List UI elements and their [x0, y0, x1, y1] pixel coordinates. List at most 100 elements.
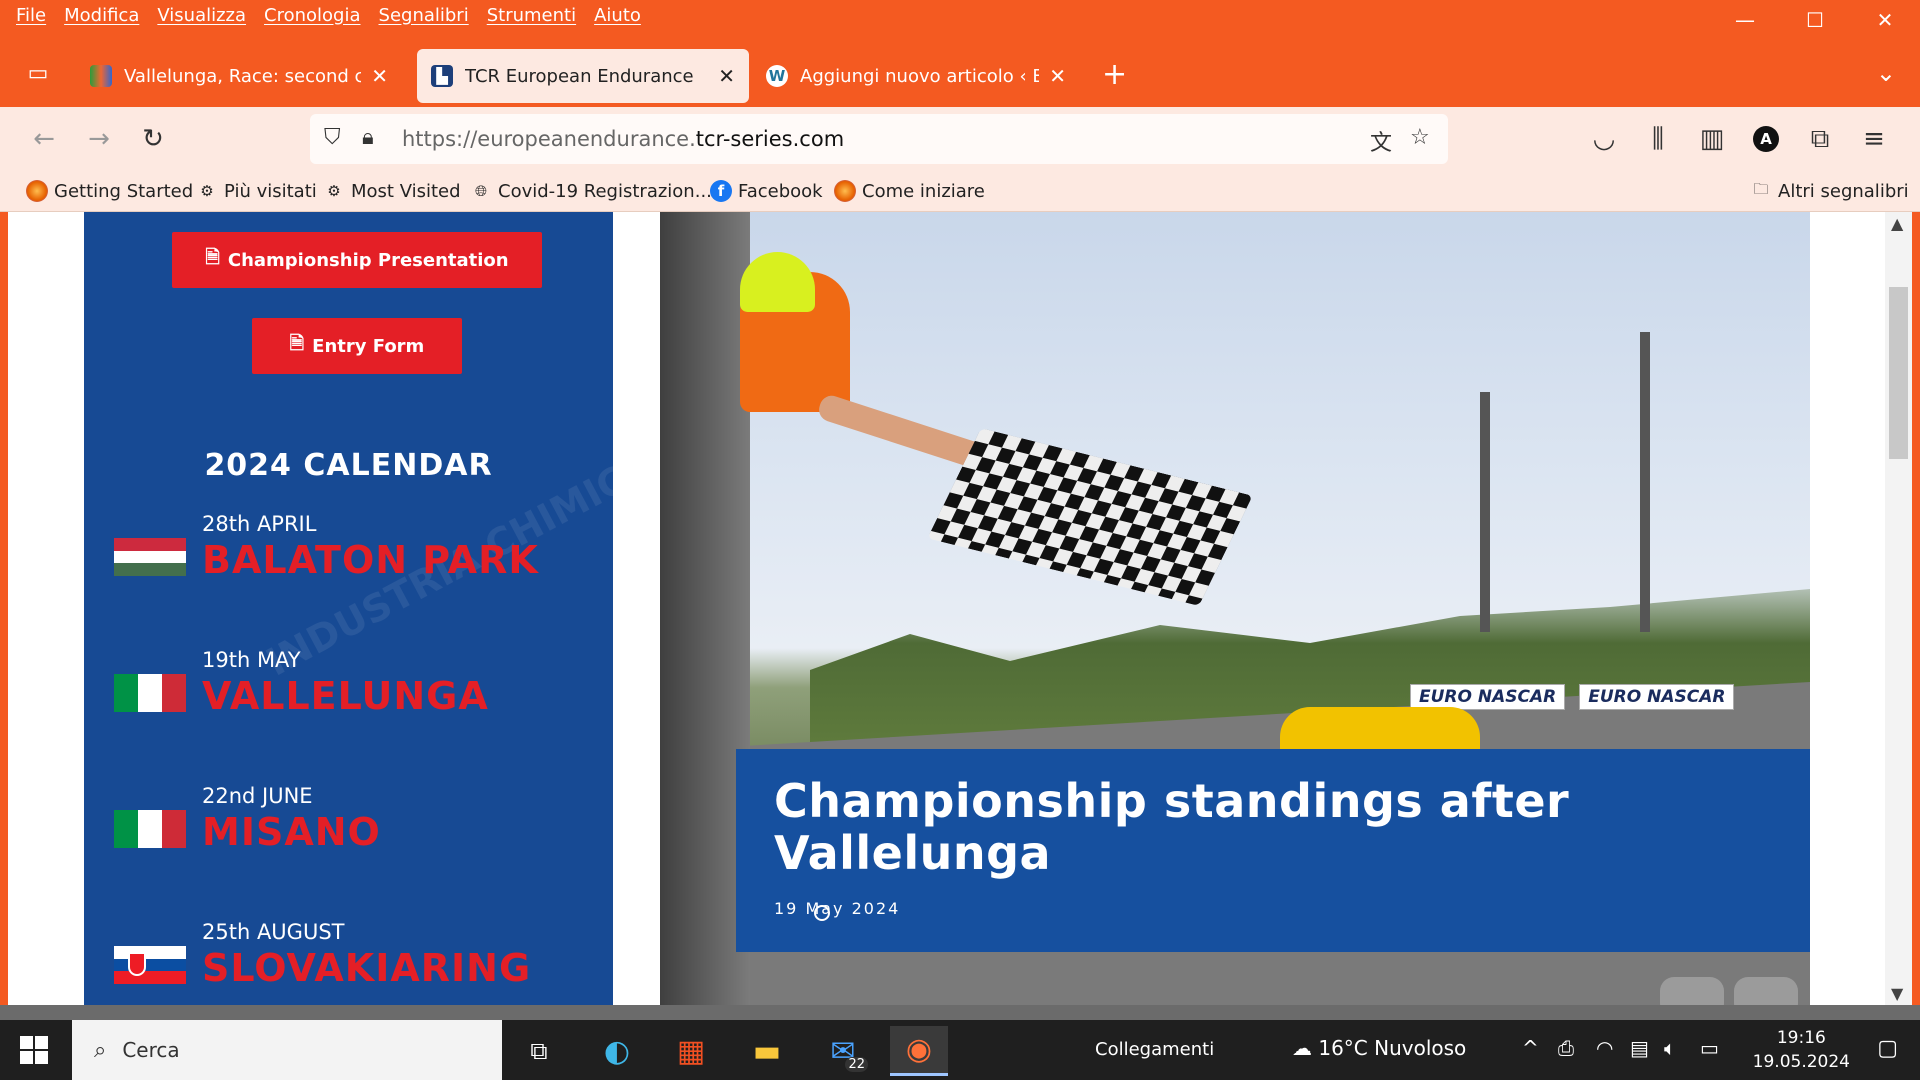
window-controls: — ☐ ✕ [1710, 0, 1920, 40]
menu-segnalibri[interactable]: Segnalibri [379, 5, 469, 26]
championship-presentation-button[interactable]: 🗎︎ Championship Presentation [172, 232, 542, 288]
scrollbar-thumb[interactable] [1889, 287, 1908, 459]
edge-icon[interactable]: ◐ [588, 1026, 646, 1076]
tab-title: TCR European Endurance [465, 65, 694, 87]
calendar-tray-icon[interactable]: ▤ [1630, 1036, 1649, 1060]
account-avatar-icon[interactable]: A [1748, 121, 1784, 157]
slider-next-button[interactable] [1734, 977, 1798, 1005]
multicolor-favicon-icon [90, 65, 112, 87]
document-icon: 🗎︎ [289, 333, 305, 354]
race-venue: VALLELUNGA [202, 674, 489, 718]
menu-modifica[interactable]: Modifica [64, 5, 139, 26]
extensions-icon[interactable]: ⧉ [1802, 121, 1838, 157]
entry-form-button[interactable]: 🗎︎ Entry Form [252, 318, 462, 374]
minimize-button[interactable]: — [1710, 0, 1780, 40]
mail-icon[interactable]: ✉ 22 [814, 1026, 872, 1076]
window-border [1912, 212, 1920, 1005]
navigation-toolbar: ← → ↻ ⛉ 🔒︎ https://europeanendurance.tcr… [0, 107, 1920, 172]
race-date: 19th MAY [202, 648, 301, 672]
tab-list-chevron-icon[interactable]: ⌄ [1876, 59, 1896, 87]
taskbar-links[interactable]: Collegamenti [1095, 1039, 1214, 1060]
tab-strip: ▭ Vallelunga, Race: second conse ✕ ▙ TCR… [0, 45, 1920, 107]
light-pole [1480, 392, 1490, 632]
tab-title: Aggiungi nuovo articolo ‹ ETiCi [800, 65, 1040, 87]
wordpress-icon: W [766, 65, 788, 87]
tab-wordpress[interactable]: W Aggiungi nuovo articolo ‹ ETiCi ✕ [752, 49, 1080, 103]
close-tab-icon[interactable]: ✕ [718, 64, 735, 88]
bookmark-most-visited[interactable]: ⚙ Most Visited [323, 180, 460, 202]
back-button[interactable]: ← [26, 121, 62, 157]
taskbar-search[interactable]: ⌕ Cerca [72, 1020, 502, 1080]
scroll-up-icon[interactable]: ▲ [1891, 214, 1903, 233]
slider-prev-button[interactable] [1660, 977, 1724, 1005]
bookmark-covid[interactable]: 🌐︎ Covid-19 Registrazion... [470, 180, 712, 202]
race-date: 28th APRIL [202, 512, 317, 536]
firefox-taskbar-icon[interactable]: ◉ [890, 1026, 948, 1076]
wifi-icon[interactable]: ◠ [1596, 1036, 1613, 1060]
race-venue: BALATON PARK [202, 538, 539, 582]
menu-file[interactable]: File [16, 5, 46, 26]
calendar-title: 2024 CALENDAR [204, 448, 493, 483]
gear-icon: ⚙ [200, 182, 214, 200]
slovakia-flag-icon [114, 946, 186, 985]
translate-icon[interactable]: 文 [1370, 125, 1392, 157]
forward-button[interactable]: → [81, 121, 117, 157]
article-date: 19 May 2024 [774, 899, 900, 921]
tab-vallelunga[interactable]: Vallelunga, Race: second conse ✕ [76, 49, 402, 103]
hamburger-menu-icon[interactable]: ≡ [1856, 121, 1892, 157]
device-icon[interactable]: ⎙ [1558, 1036, 1574, 1060]
firefox-icon [834, 180, 856, 202]
maximize-button[interactable]: ☐ [1780, 0, 1850, 40]
bookmark-star-icon[interactable]: ☆ [1410, 125, 1430, 150]
menu-strumenti[interactable]: Strumenti [487, 5, 576, 26]
bookmark-getting-started[interactable]: Getting Started [26, 180, 193, 202]
article-headline[interactable]: Championship standings after Vallelunga [774, 775, 1764, 879]
close-window-button[interactable]: ✕ [1850, 0, 1920, 40]
race-venue: MISANO [202, 810, 381, 854]
race-venue: SLOVAKIARING [202, 946, 532, 990]
menu-visualizza[interactable]: Visualizza [157, 5, 246, 26]
windows-start-icon[interactable] [20, 1036, 48, 1064]
firefox-view-icon[interactable]: ▭ [22, 61, 54, 89]
bookmark-facebook[interactable]: f Facebook [710, 180, 823, 202]
shield-icon[interactable]: ⛉ [324, 125, 341, 150]
store-icon[interactable]: ▦ [662, 1026, 720, 1076]
pocket-icon[interactable]: ◡ [1586, 121, 1622, 157]
new-tab-button[interactable]: + [1102, 57, 1127, 92]
lock-icon[interactable]: 🔒︎ [362, 125, 374, 150]
clock-icon [814, 905, 831, 921]
page-scrollbar[interactable]: ▲ ▼ [1885, 212, 1912, 1005]
article-caption[interactable]: Championship standings after Vallelunga … [736, 749, 1810, 952]
checkered-flag [927, 427, 1253, 607]
library-icon[interactable]: ⫼ [1640, 121, 1676, 157]
other-bookmarks[interactable]: 🗀 Altri segnalibri [1750, 179, 1908, 202]
race-item: 28th APRIL BALATON PARK [114, 512, 594, 612]
menu-aiuto[interactable]: Aiuto [594, 5, 641, 26]
tcr-favicon-icon: ▙ [431, 65, 453, 87]
bookmark-come-iniziare[interactable]: Come iniziare [834, 180, 985, 202]
menu-cronologia[interactable]: Cronologia [264, 5, 360, 26]
tray-chevron-icon[interactable]: ^ [1522, 1036, 1539, 1060]
battery-icon[interactable]: ▭ [1700, 1036, 1719, 1060]
ad-banner: EURO NASCAR [1579, 684, 1735, 710]
hungary-flag-icon [114, 538, 186, 577]
url-text[interactable]: https://europeanendurance.tcr-series.com [402, 127, 844, 151]
reload-button[interactable]: ↻ [135, 121, 171, 157]
taskbar-clock[interactable]: 19:16 19.05.2024 [1753, 1026, 1850, 1074]
sidebar-icon[interactable]: ▥ [1694, 121, 1730, 157]
bookmark-piu-visitati[interactable]: ⚙ Più visitati [196, 180, 317, 202]
task-view-icon[interactable]: ⧉ [510, 1026, 568, 1076]
italy-flag-icon [114, 674, 186, 712]
taskbar: ⌕ Cerca ⧉ ◐ ▦ ▬ ✉ 22 ◉ Collegamenti ☁ 16°C… [0, 1020, 1920, 1080]
folder-icon: 🗀 [1753, 179, 1769, 198]
volume-icon[interactable]: 🔈︎ [1664, 1036, 1676, 1060]
close-tab-icon[interactable]: ✕ [371, 64, 388, 88]
tab-tcr-endurance[interactable]: ▙ TCR European Endurance ✕ [417, 49, 749, 103]
weather-widget[interactable]: ☁ 16°C Nuvoloso [1292, 1036, 1466, 1060]
scroll-down-icon[interactable]: ▼ [1891, 984, 1903, 1003]
notifications-icon[interactable]: ▢ [1877, 1036, 1898, 1061]
url-bar[interactable]: ⛉ 🔒︎ https://europeanendurance.tcr-serie… [310, 114, 1448, 164]
close-tab-icon[interactable]: ✕ [1049, 64, 1066, 88]
hero-slider[interactable]: EURO NASCAR EURO NASCAR Championship sta… [660, 212, 1810, 1005]
file-explorer-icon[interactable]: ▬ [738, 1026, 796, 1076]
